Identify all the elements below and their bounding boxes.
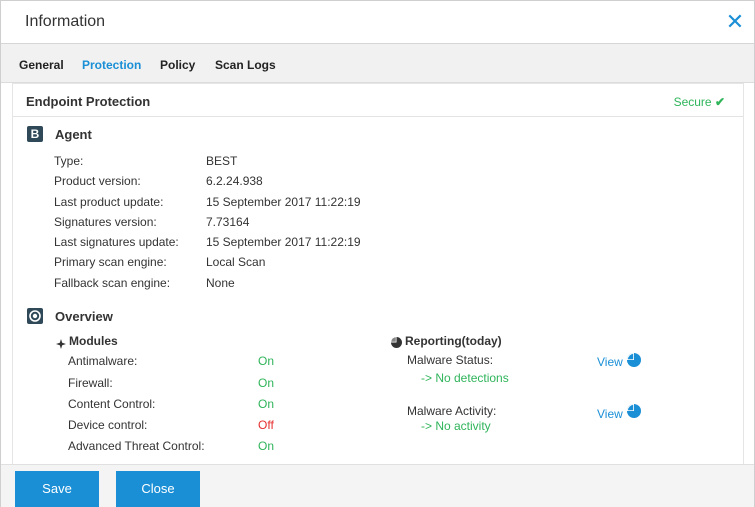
fallback-scan-engine-label: Fallback scan engine: [54, 276, 171, 290]
check-icon: ✔ [714, 95, 725, 109]
tab-scan-logs[interactable]: Scan Logs [215, 58, 276, 72]
type-label: Type: [54, 154, 84, 168]
agent-heading: Agent [55, 127, 92, 142]
last-product-update-label: Last product update: [54, 195, 164, 209]
close-button[interactable]: Close [116, 471, 200, 507]
information-dialog: Information ✕ General Protection Policy … [0, 0, 755, 507]
overview-icon [27, 308, 43, 324]
product-version-value: 6.2.24.938 [206, 174, 263, 188]
antimalware-label: Antimalware: [68, 354, 138, 368]
section-title: Endpoint Protection [26, 94, 151, 109]
primary-scan-engine-value: Local Scan [206, 255, 266, 269]
firewall-status: On [258, 376, 275, 390]
modules-heading: Modules [69, 334, 118, 348]
malware-activity-detail: -> No activity [421, 419, 491, 433]
signatures-version-label: Signatures version: [54, 215, 157, 229]
primary-scan-engine-label: Primary scan engine: [54, 255, 167, 269]
advanced-threat-control-label: Advanced Threat Control: [68, 439, 205, 453]
signatures-version-value: 7.73164 [206, 215, 250, 229]
section-header: Endpoint Protection Secure ✔ [13, 84, 743, 117]
malware-activity-view-link[interactable]: View [597, 407, 623, 421]
status-text: Secure [673, 95, 712, 109]
malware-activity-chart-icon[interactable] [627, 404, 641, 418]
last-signatures-update-value: 15 September 2017 11:22:19 [206, 235, 361, 249]
malware-status-label: Malware Status: [407, 353, 494, 367]
tab-protection[interactable]: Protection [82, 58, 141, 72]
reporting-pie-icon [391, 335, 402, 348]
dialog-footer: Save Close [1, 464, 754, 507]
protection-panel: Endpoint Protection Secure ✔ B Agent Typ… [12, 83, 744, 465]
reporting-heading: Reporting(today) [405, 334, 502, 348]
last-signatures-update-label: Last signatures update: [54, 235, 179, 249]
title-bar: Information ✕ [1, 1, 754, 44]
content-control-label: Content Control: [68, 397, 156, 411]
last-product-update-value: 15 September 2017 11:22:19 [206, 195, 361, 209]
bitdefender-logo-icon: B [27, 126, 43, 142]
dialog-title: Information [25, 13, 106, 30]
malware-status-detail: -> No detections [421, 371, 509, 385]
tab-general[interactable]: General [19, 58, 64, 72]
content-control-status: On [258, 397, 275, 411]
product-version-label: Product version: [54, 174, 141, 188]
modules-icon [56, 336, 66, 349]
tab-bar: General Protection Policy Scan Logs [1, 44, 754, 83]
device-control-status: Off [258, 418, 274, 432]
fallback-scan-engine-value: None [206, 276, 235, 290]
malware-status-chart-icon[interactable] [627, 353, 641, 367]
advanced-threat-control-status: On [258, 439, 275, 453]
device-control-label: Device control: [68, 418, 148, 432]
firewall-label: Firewall: [68, 376, 113, 390]
overview-heading: Overview [55, 309, 113, 324]
status-badge: Secure ✔ [674, 95, 725, 109]
type-value: BEST [206, 154, 238, 168]
close-icon[interactable]: ✕ [724, 11, 746, 33]
malware-activity-label: Malware Activity: [407, 404, 497, 418]
tab-policy[interactable]: Policy [160, 58, 195, 72]
save-button[interactable]: Save [15, 471, 99, 507]
antimalware-status: On [258, 354, 275, 368]
malware-status-view-link[interactable]: View [597, 355, 623, 369]
